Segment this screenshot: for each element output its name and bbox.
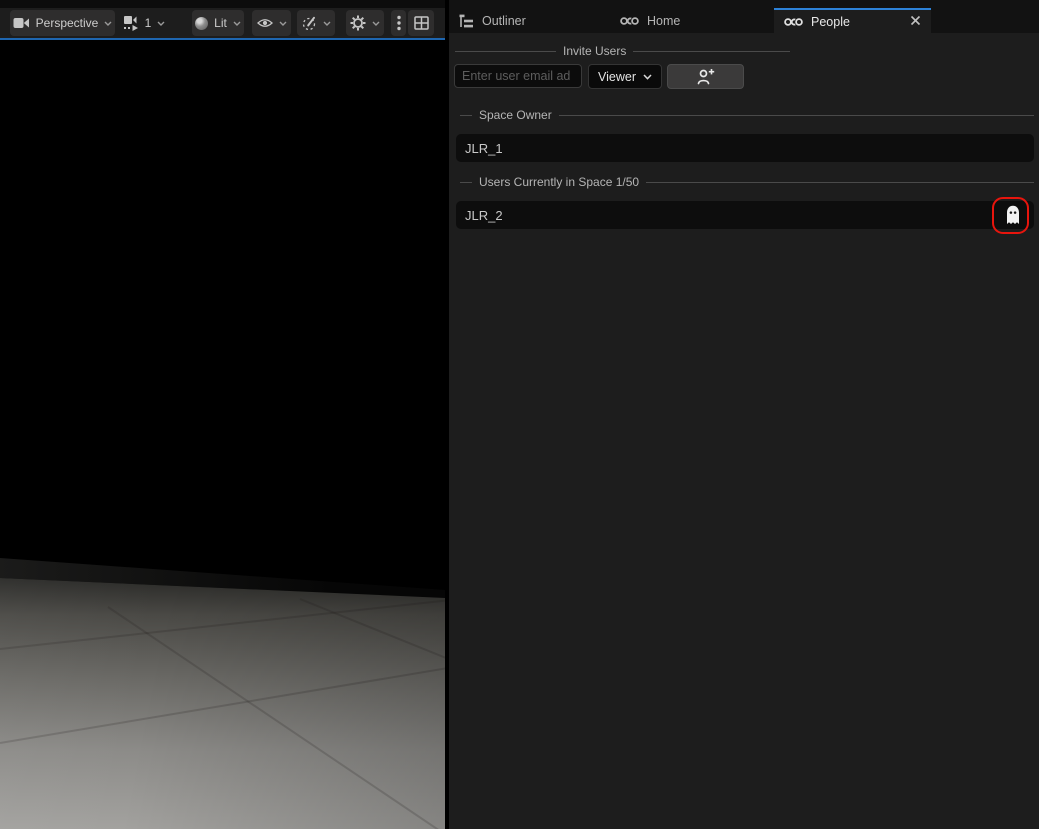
owner-row[interactable]: JLR_1 bbox=[456, 134, 1034, 162]
user-name: JLR_2 bbox=[465, 208, 503, 223]
chevron-down-icon bbox=[157, 21, 165, 26]
invite-users-section-header: Invite Users bbox=[455, 44, 790, 58]
app-window: Perspective 1 bbox=[0, 0, 1039, 829]
role-selected-label: Viewer bbox=[598, 70, 636, 84]
chevron-down-icon bbox=[372, 21, 380, 26]
viewport-settings-dropdown[interactable] bbox=[346, 10, 384, 36]
screen-size-dropdown[interactable]: 1 bbox=[124, 10, 164, 36]
divider-line bbox=[460, 115, 472, 116]
tab-label: People bbox=[811, 15, 850, 29]
divider-line bbox=[460, 182, 472, 183]
tab-outliner[interactable]: Outliner bbox=[449, 8, 610, 33]
tab-label: Home bbox=[647, 14, 680, 28]
divider-line bbox=[646, 182, 1034, 183]
add-person-icon bbox=[696, 68, 715, 85]
view-mode-label: Lit bbox=[214, 16, 227, 30]
chevron-down-icon bbox=[643, 74, 652, 80]
invite-email-input[interactable] bbox=[454, 64, 582, 88]
floor-seam bbox=[0, 597, 445, 650]
screen-count-label: 1 bbox=[145, 16, 152, 30]
chevron-down-icon bbox=[233, 21, 241, 26]
quad-layout-icon bbox=[414, 16, 429, 30]
invite-users-title: Invite Users bbox=[563, 44, 626, 58]
viewport-more-menu[interactable] bbox=[391, 10, 406, 36]
viewport-active-border bbox=[0, 38, 445, 40]
space-owner-title: Space Owner bbox=[479, 108, 552, 122]
user-row[interactable]: JLR_2 bbox=[456, 201, 1034, 229]
screen-size-icon bbox=[123, 15, 139, 31]
space-logo-icon bbox=[784, 17, 803, 27]
divider-line bbox=[559, 115, 1034, 116]
chevron-down-icon bbox=[104, 21, 112, 26]
visibility-eye-icon bbox=[257, 18, 273, 28]
view-perf-gauge-icon bbox=[302, 16, 317, 31]
ghost-mode-button[interactable] bbox=[998, 202, 1028, 228]
viewport-floor bbox=[0, 0, 445, 829]
floor-plane bbox=[0, 0, 445, 829]
people-panel: Outliner Home bbox=[449, 0, 1039, 829]
chevron-down-icon bbox=[323, 21, 331, 26]
view-mode-dropdown[interactable]: Lit bbox=[192, 10, 244, 36]
tab-label: Outliner bbox=[482, 14, 526, 28]
kebab-menu-icon bbox=[397, 15, 401, 31]
ghost-icon bbox=[1005, 205, 1021, 225]
tab-home[interactable]: Home bbox=[610, 8, 771, 33]
close-tab-button[interactable] bbox=[910, 15, 921, 26]
camera-mode-dropdown[interactable]: Perspective bbox=[10, 10, 115, 36]
chevron-down-icon bbox=[279, 21, 287, 26]
role-select-dropdown[interactable]: Viewer bbox=[588, 64, 662, 89]
space-logo-icon bbox=[620, 16, 639, 26]
lit-sphere-icon bbox=[195, 17, 208, 30]
divider-line bbox=[633, 51, 790, 52]
floor-seam bbox=[0, 664, 445, 744]
view-performance-dropdown[interactable] bbox=[297, 10, 335, 36]
users-in-space-title: Users Currently in Space 1/50 bbox=[479, 175, 639, 189]
tab-strip: Outliner Home bbox=[449, 0, 1039, 33]
floor-seam bbox=[107, 606, 440, 829]
quad-layout-button[interactable] bbox=[408, 10, 434, 36]
settings-gear-icon bbox=[350, 15, 366, 31]
users-in-space-section-header: Users Currently in Space 1/50 bbox=[460, 175, 1034, 189]
floor-seam bbox=[300, 598, 445, 697]
viewport-top-strip bbox=[0, 0, 445, 8]
tab-people[interactable]: People bbox=[774, 8, 931, 33]
invite-user-button[interactable] bbox=[667, 64, 744, 89]
outliner-icon bbox=[459, 14, 474, 28]
owner-name: JLR_1 bbox=[465, 141, 503, 156]
space-owner-section-header: Space Owner bbox=[460, 108, 1034, 122]
video-camera-icon bbox=[13, 17, 30, 29]
divider-line bbox=[455, 51, 556, 52]
camera-mode-label: Perspective bbox=[36, 16, 99, 30]
viewport-canvas[interactable]: Perspective 1 bbox=[0, 0, 445, 829]
show-flags-dropdown[interactable] bbox=[252, 10, 291, 36]
viewport-toolbar: Perspective 1 bbox=[0, 8, 445, 38]
